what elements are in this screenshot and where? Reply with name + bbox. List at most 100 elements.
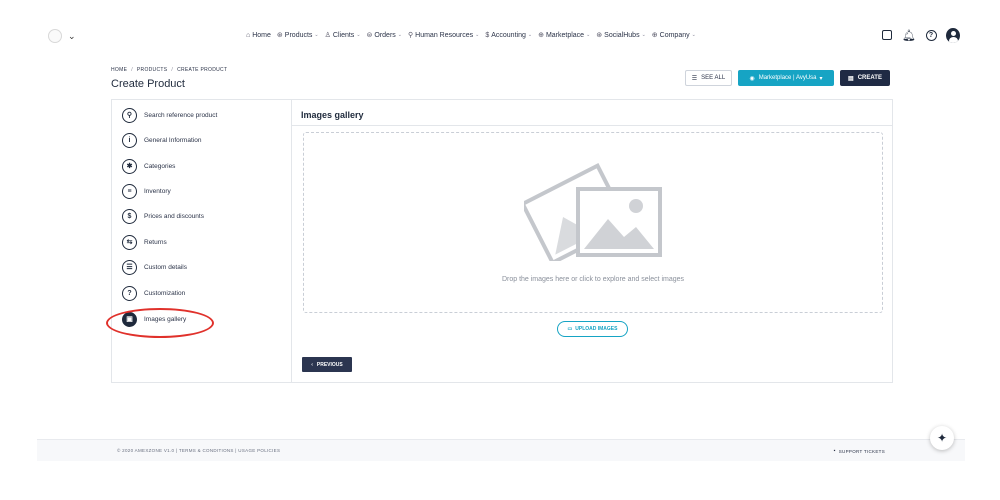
red-circle-annotation xyxy=(106,308,214,338)
upload-images-label: UPLOAD IMAGES xyxy=(575,326,618,332)
top-icons: 🔔︎ ? xyxy=(872,27,960,43)
chevron-left-icon: ‹ xyxy=(311,361,313,368)
breadcrumb-products[interactable]: PRODUCTS xyxy=(137,67,167,73)
marketplace-dropdown-button[interactable]: ◉ Marketplace | AvyUsa ▾ xyxy=(738,70,834,86)
clients-icon: ♙ xyxy=(324,32,331,39)
sparkle-icon: ✦ xyxy=(936,431,948,445)
eye-icon: ◉ xyxy=(749,75,755,82)
breadcrumb-separator: / xyxy=(171,67,174,73)
upload-images-button[interactable]: ▭ UPLOAD IMAGES xyxy=(557,321,628,337)
caret-down-icon: ▾ xyxy=(819,75,823,82)
nav-label: Accounting xyxy=(491,31,526,39)
nav-label: SocialHubs xyxy=(604,31,640,39)
nav-item-human-resources[interactable]: ⚲ Human Resources ⌄ xyxy=(408,31,480,40)
socialhubs-icon: ⊛ xyxy=(596,32,603,39)
chevron-down-icon: ⌄ xyxy=(527,32,533,38)
orders-icon: ⊜ xyxy=(366,32,373,39)
company-icon: ⊕ xyxy=(651,32,658,39)
upload-icon: ▭ xyxy=(567,326,573,332)
sidebar-item-label: Inventory xyxy=(144,187,171,195)
chevron-down-icon: ⌄ xyxy=(314,32,319,38)
footer: © 2020 AMEXZONE V1.0 | TERMS & CONDITION… xyxy=(37,439,965,461)
chevron-down-icon: ⌄ xyxy=(475,32,480,38)
nav-item-accounting[interactable]: $ Accounting ⌄ xyxy=(485,32,532,39)
bell-icon[interactable]: 🔔︎ xyxy=(902,28,916,42)
home-icon: ⌂ xyxy=(246,31,251,39)
sidebar-item-general-information[interactable]: i General Information xyxy=(122,132,201,148)
search-icon: ⚲ xyxy=(122,107,137,123)
dollar-icon: $ xyxy=(122,208,137,224)
info-icon: i xyxy=(122,132,137,148)
sidebar-item-customization[interactable]: ? Customization xyxy=(122,285,185,301)
image-dropzone[interactable]: Drop the images here or click to explore… xyxy=(303,132,883,313)
sidebar-item-custom-details[interactable]: ☰ Custom details xyxy=(122,259,187,275)
sidebar-item-returns[interactable]: ⇆ Returns xyxy=(122,234,167,250)
nav-label: Company xyxy=(659,31,690,39)
ai-assistant-button[interactable]: ✦ xyxy=(930,426,954,450)
top-navbar: ⌄ ⌂ Home ⊛ Products ⌄ ♙ Clients ⌄ ⊜ Orde… xyxy=(0,0,1000,44)
see-all-label: SEE ALL xyxy=(701,75,726,81)
product-form-card: ⚲ Search reference product i General Inf… xyxy=(106,99,893,383)
nav-item-marketplace[interactable]: ⊕ Marketplace ⌄ xyxy=(538,31,591,40)
nav-label: Home xyxy=(252,31,271,39)
sidebar-item-label: Returns xyxy=(144,238,167,246)
notes-icon[interactable] xyxy=(880,28,894,42)
accounting-icon: $ xyxy=(485,31,490,39)
sidebar-item-prices-discounts[interactable]: $ Prices and discounts xyxy=(122,208,204,224)
nav-item-socialhubs[interactable]: ⊛ SocialHubs ⌄ xyxy=(596,31,646,40)
previous-label: PREVIOUS xyxy=(316,361,343,368)
form-sidebar: ⚲ Search reference product i General Inf… xyxy=(106,100,292,382)
chevron-down-icon: ⌄ xyxy=(356,32,361,38)
company-logo xyxy=(48,29,62,43)
sidebar-item-categories[interactable]: ✱ Categories xyxy=(122,158,175,174)
sidebar-item-search-reference[interactable]: ⚲ Search reference product xyxy=(122,107,217,123)
nav-item-company[interactable]: ⊕ Company ⌄ xyxy=(651,31,696,40)
hr-icon: ⚲ xyxy=(408,32,414,39)
sidebar-item-label: General Information xyxy=(144,136,202,144)
marketplace-label: Marketplace | AvyUsa xyxy=(758,75,817,81)
sidebar-item-label: Customization xyxy=(144,289,186,297)
question-icon: ? xyxy=(122,285,137,301)
products-icon: ⊛ xyxy=(276,32,283,39)
returns-icon: ⇆ xyxy=(122,234,137,250)
dropzone-hint: Drop the images here or click to explore… xyxy=(501,276,685,283)
see-all-button[interactable]: ☰ SEE ALL xyxy=(685,70,732,86)
page-title: Create Product xyxy=(111,78,185,90)
nav-item-products[interactable]: ⊛ Products ⌄ xyxy=(276,31,319,40)
chevron-down-icon: ⌄ xyxy=(586,32,591,38)
help-icon[interactable]: ? xyxy=(924,28,938,42)
image-placeholder-icon xyxy=(524,163,662,261)
marketplace-icon: ⊕ xyxy=(538,32,544,39)
create-label: CREATE xyxy=(857,75,882,81)
save-icon: ▤ xyxy=(848,75,854,82)
nav-item-home[interactable]: ⌂ Home xyxy=(246,32,271,39)
support-tickets-label: SUPPORT TICKETS xyxy=(838,448,885,454)
images-gallery-panel: Images gallery Drop the images here or c… xyxy=(292,100,893,382)
main-nav: ⌂ Home ⊛ Products ⌄ ♙ Clients ⌄ ⊜ Orders… xyxy=(246,31,702,40)
list-icon: ☰ xyxy=(122,259,137,275)
footer-legal[interactable]: © 2020 AMEXZONE V1.0 | TERMS & CONDITION… xyxy=(117,448,280,453)
breadcrumb-current: CREATE PRODUCT xyxy=(177,67,228,73)
categories-icon: ✱ xyxy=(122,158,137,174)
breadcrumb-separator: / xyxy=(131,67,133,73)
sidebar-item-label: Categories xyxy=(144,162,176,170)
support-tickets-link[interactable]: ▪ SUPPORT TICKETS xyxy=(834,448,885,454)
user-avatar-icon[interactable] xyxy=(946,27,960,43)
list-icon: ☰ xyxy=(691,75,698,82)
previous-button[interactable]: ‹ PREVIOUS xyxy=(302,357,352,372)
breadcrumb: HOME / PRODUCTS / CREATE PRODUCT xyxy=(111,67,227,73)
ticket-icon: ▪ xyxy=(833,448,836,454)
sidebar-item-inventory[interactable]: ≡ Inventory xyxy=(122,183,171,199)
nav-item-orders[interactable]: ⊜ Orders ⌄ xyxy=(366,31,402,40)
sidebar-item-label: Search reference product xyxy=(144,111,218,119)
chevron-down-icon: ⌄ xyxy=(68,30,76,41)
section-title: Images gallery xyxy=(301,110,364,120)
sidebar-item-label: Custom details xyxy=(144,263,187,271)
chevron-down-icon: ⌄ xyxy=(691,32,696,38)
company-switcher[interactable]: ⌄ xyxy=(48,29,76,43)
create-button[interactable]: ▤ CREATE xyxy=(840,70,890,86)
nav-item-clients[interactable]: ♙ Clients ⌄ xyxy=(324,31,361,40)
header-actions: ☰ SEE ALL ◉ Marketplace | AvyUsa ▾ ▤ CRE… xyxy=(685,70,890,86)
chevron-down-icon: ⌄ xyxy=(641,32,646,38)
breadcrumb-home[interactable]: HOME xyxy=(111,67,127,73)
